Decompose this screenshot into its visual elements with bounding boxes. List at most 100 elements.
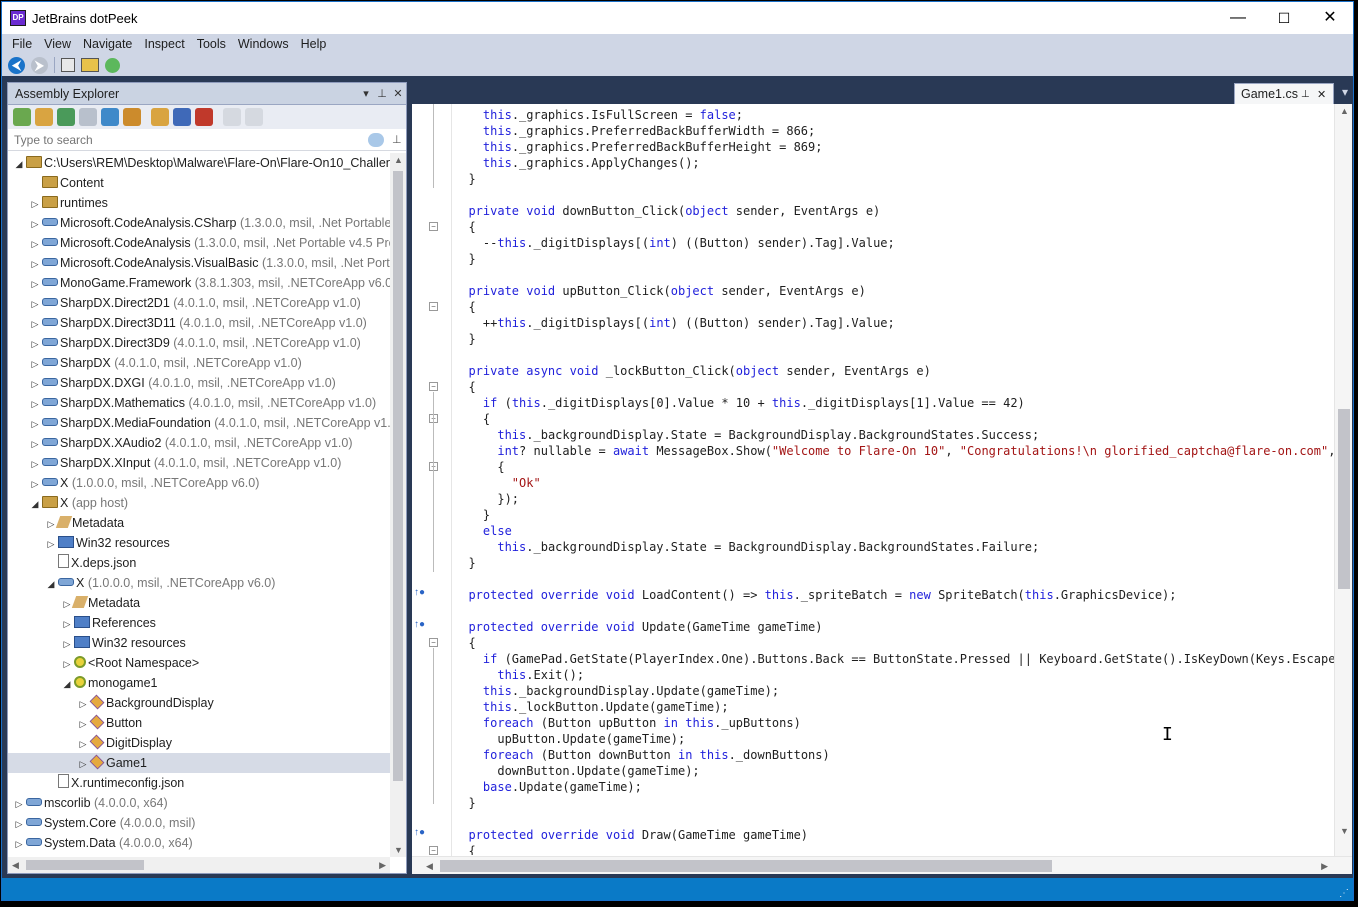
code-line[interactable]: this._graphics.ApplyChanges(); bbox=[454, 155, 1334, 171]
expand-arrow-icon[interactable]: ▷ bbox=[28, 374, 42, 394]
tree-item[interactable]: X.deps.json bbox=[8, 553, 390, 573]
code-line[interactable]: this._backgroundDisplay.Update(gameTime)… bbox=[454, 683, 1334, 699]
scroll-up-icon[interactable]: ▲ bbox=[1340, 106, 1349, 116]
code-line[interactable]: } bbox=[454, 251, 1334, 267]
fold-toggle-icon[interactable]: − bbox=[429, 382, 438, 391]
code-line[interactable]: } bbox=[454, 331, 1334, 347]
code-line[interactable]: { bbox=[454, 843, 1334, 855]
tree-item[interactable]: ◢ X (app host) bbox=[8, 493, 390, 513]
close-button[interactable]: ✕ bbox=[1307, 2, 1353, 34]
tab-game1-cs[interactable]: Game1.cs ⊥ ✕ bbox=[1234, 83, 1334, 104]
tree-item[interactable]: Content bbox=[8, 173, 390, 193]
tree-horizontal-scroll-thumb[interactable] bbox=[26, 860, 144, 870]
expand-arrow-icon[interactable]: ▷ bbox=[28, 254, 42, 274]
open-file-icon[interactable] bbox=[13, 108, 31, 126]
tree-item[interactable]: ▷ Metadata bbox=[8, 593, 390, 613]
tree-item[interactable]: ◢ C:\Users\REM\Desktop\Malware\Flare-On\F… bbox=[8, 153, 390, 173]
tree-item[interactable]: ▷ System.Core (4.0.0.0, msil) bbox=[8, 813, 390, 833]
clear-assembly-list-icon[interactable] bbox=[195, 108, 213, 126]
menu-view[interactable]: View bbox=[38, 34, 77, 54]
code-line[interactable]: --this._digitDisplays[(int) ((Button) se… bbox=[454, 235, 1334, 251]
expand-arrow-icon[interactable]: ▷ bbox=[44, 514, 58, 534]
export-project-icon[interactable] bbox=[105, 57, 120, 73]
code-line[interactable]: } bbox=[454, 171, 1334, 187]
code-editor[interactable]: − − − − − ↑● ↑● − ↑● − this._graphics.Is… bbox=[412, 104, 1352, 874]
code-line[interactable]: { bbox=[454, 299, 1334, 315]
code-line[interactable]: private async void _lockButton_Click(obj… bbox=[454, 363, 1334, 379]
tree-item[interactable]: ◢ X (1.0.0.0, msil, .NETCoreApp v6.0) bbox=[8, 573, 390, 593]
code-line[interactable]: this.Exit(); bbox=[454, 667, 1334, 683]
fold-toggle-icon[interactable]: − bbox=[429, 302, 438, 311]
expand-arrow-icon[interactable]: ▷ bbox=[28, 454, 42, 474]
code-line[interactable] bbox=[454, 347, 1334, 363]
expand-arrow-icon[interactable]: ▷ bbox=[28, 314, 42, 334]
tree-item[interactable]: ▷ Microsoft.CodeAnalysis.VisualBasic (1.3… bbox=[8, 253, 390, 273]
expand-arrow-icon[interactable]: ▷ bbox=[28, 434, 42, 454]
tree-item[interactable]: ▷ SharpDX.XInput (4.0.1.0, msil, .NETCore… bbox=[8, 453, 390, 473]
menu-file[interactable]: File bbox=[6, 34, 38, 54]
tree-item[interactable]: ▷ References bbox=[8, 613, 390, 633]
code-line[interactable] bbox=[454, 571, 1334, 587]
code-line[interactable]: if (this._digitDisplays[0].Value * 10 + … bbox=[454, 395, 1334, 411]
code-line[interactable]: int? nullable = await MessageBox.Show("W… bbox=[454, 443, 1334, 459]
open-assembly-icon[interactable] bbox=[81, 58, 99, 72]
override-marker-icon[interactable]: ↑● bbox=[414, 587, 426, 601]
code-line[interactable]: this._graphics.PreferredBackBufferWidth … bbox=[454, 123, 1334, 139]
tree-item[interactable]: ▷ SharpDX (4.0.1.0, msil, .NETCoreApp v1.… bbox=[8, 353, 390, 373]
expand-arrow-icon[interactable]: ◢ bbox=[44, 574, 58, 594]
search-input[interactable] bbox=[14, 132, 368, 147]
expand-arrow-icon[interactable]: ▷ bbox=[28, 334, 42, 354]
maximize-button[interactable]: ☐ bbox=[1261, 2, 1307, 34]
scroll-right-icon[interactable]: ▶ bbox=[1321, 861, 1328, 872]
code-line[interactable] bbox=[454, 811, 1334, 827]
scroll-left-icon[interactable]: ◀ bbox=[12, 860, 19, 871]
override-marker-icon[interactable]: ↑● bbox=[414, 827, 426, 841]
tree-item[interactable]: ▷ Metadata bbox=[8, 513, 390, 533]
expand-arrow-icon[interactable]: ▷ bbox=[28, 414, 42, 434]
tree-item[interactable]: ▷ <Root Namespace> bbox=[8, 653, 390, 673]
code-line[interactable]: { bbox=[454, 459, 1334, 475]
editor-horizontal-scroll-thumb[interactable] bbox=[440, 860, 1052, 872]
tree-item[interactable]: ▷ System.Data (4.0.0.0, x64) bbox=[8, 833, 390, 853]
scroll-left-icon[interactable]: ◀ bbox=[426, 861, 433, 872]
code-line[interactable]: this._lockButton.Update(gameTime); bbox=[454, 699, 1334, 715]
tree-item[interactable]: ▷ MonoGame.Framework (3.8.1.303, msil, .N… bbox=[8, 273, 390, 293]
code-line[interactable]: }); bbox=[454, 491, 1334, 507]
expand-arrow-icon[interactable]: ▷ bbox=[28, 234, 42, 254]
minimize-button[interactable]: — bbox=[1215, 2, 1261, 34]
expand-arrow-icon[interactable]: ▷ bbox=[60, 634, 74, 654]
tree-item[interactable]: ▷ SharpDX.DXGI (4.0.1.0, msil, .NETCoreAp… bbox=[8, 373, 390, 393]
expand-arrow-icon[interactable]: ▷ bbox=[44, 534, 58, 554]
tree-item[interactable]: ▷ mscorlib (4.0.0.0, x64) bbox=[8, 793, 390, 813]
open-from-url-icon[interactable] bbox=[101, 108, 119, 126]
override-marker-icon[interactable]: ↑● bbox=[414, 619, 426, 633]
code-line[interactable]: { bbox=[454, 219, 1334, 235]
tab-pin-icon[interactable]: ⊥ bbox=[1301, 89, 1317, 100]
expand-arrow-icon[interactable]: ◢ bbox=[60, 674, 74, 694]
tree-item[interactable]: ◢ monogame1 bbox=[8, 673, 390, 693]
tree-item[interactable]: ▷ Button bbox=[8, 713, 390, 733]
tree-item[interactable]: ▷ Win32 resources bbox=[8, 533, 390, 553]
scroll-right-icon[interactable]: ▶ bbox=[379, 860, 386, 871]
code-line[interactable]: else bbox=[454, 523, 1334, 539]
menu-navigate[interactable]: Navigate bbox=[77, 34, 138, 54]
tree-item[interactable]: ▷ X (1.0.0.0, msil, .NETCoreApp v6.0) bbox=[8, 473, 390, 493]
open-nuget-icon[interactable] bbox=[79, 108, 97, 126]
tree-item[interactable]: ▷ SharpDX.MediaFoundation (4.0.1.0, msil,… bbox=[8, 413, 390, 433]
open-folder-icon[interactable] bbox=[35, 108, 53, 126]
expand-arrow-icon[interactable]: ▷ bbox=[28, 194, 42, 214]
search-pin-icon[interactable]: ⊥ bbox=[392, 133, 402, 146]
tree-item[interactable]: ▷ Win32 resources bbox=[8, 633, 390, 653]
code-line[interactable]: this._graphics.IsFullScreen = false; bbox=[454, 107, 1334, 123]
expand-arrow-icon[interactable]: ◢ bbox=[28, 494, 42, 514]
expand-arrow-icon[interactable]: ▷ bbox=[28, 394, 42, 414]
expand-arrow-icon[interactable]: ▷ bbox=[28, 474, 42, 494]
editor-vertical-scrollbar[interactable]: ▲ ▼ bbox=[1334, 104, 1352, 856]
code-line[interactable]: protected override void Draw(GameTime ga… bbox=[454, 827, 1334, 843]
tree-item[interactable]: ▷ runtimes bbox=[8, 193, 390, 213]
code-line[interactable]: "Ok" bbox=[454, 475, 1334, 491]
menu-tools[interactable]: Tools bbox=[191, 34, 232, 54]
expand-arrow-icon[interactable]: ▷ bbox=[60, 594, 74, 614]
editor-horizontal-scrollbar[interactable]: ◀ ▶ bbox=[412, 856, 1352, 874]
code-line[interactable]: base.Update(gameTime); bbox=[454, 779, 1334, 795]
